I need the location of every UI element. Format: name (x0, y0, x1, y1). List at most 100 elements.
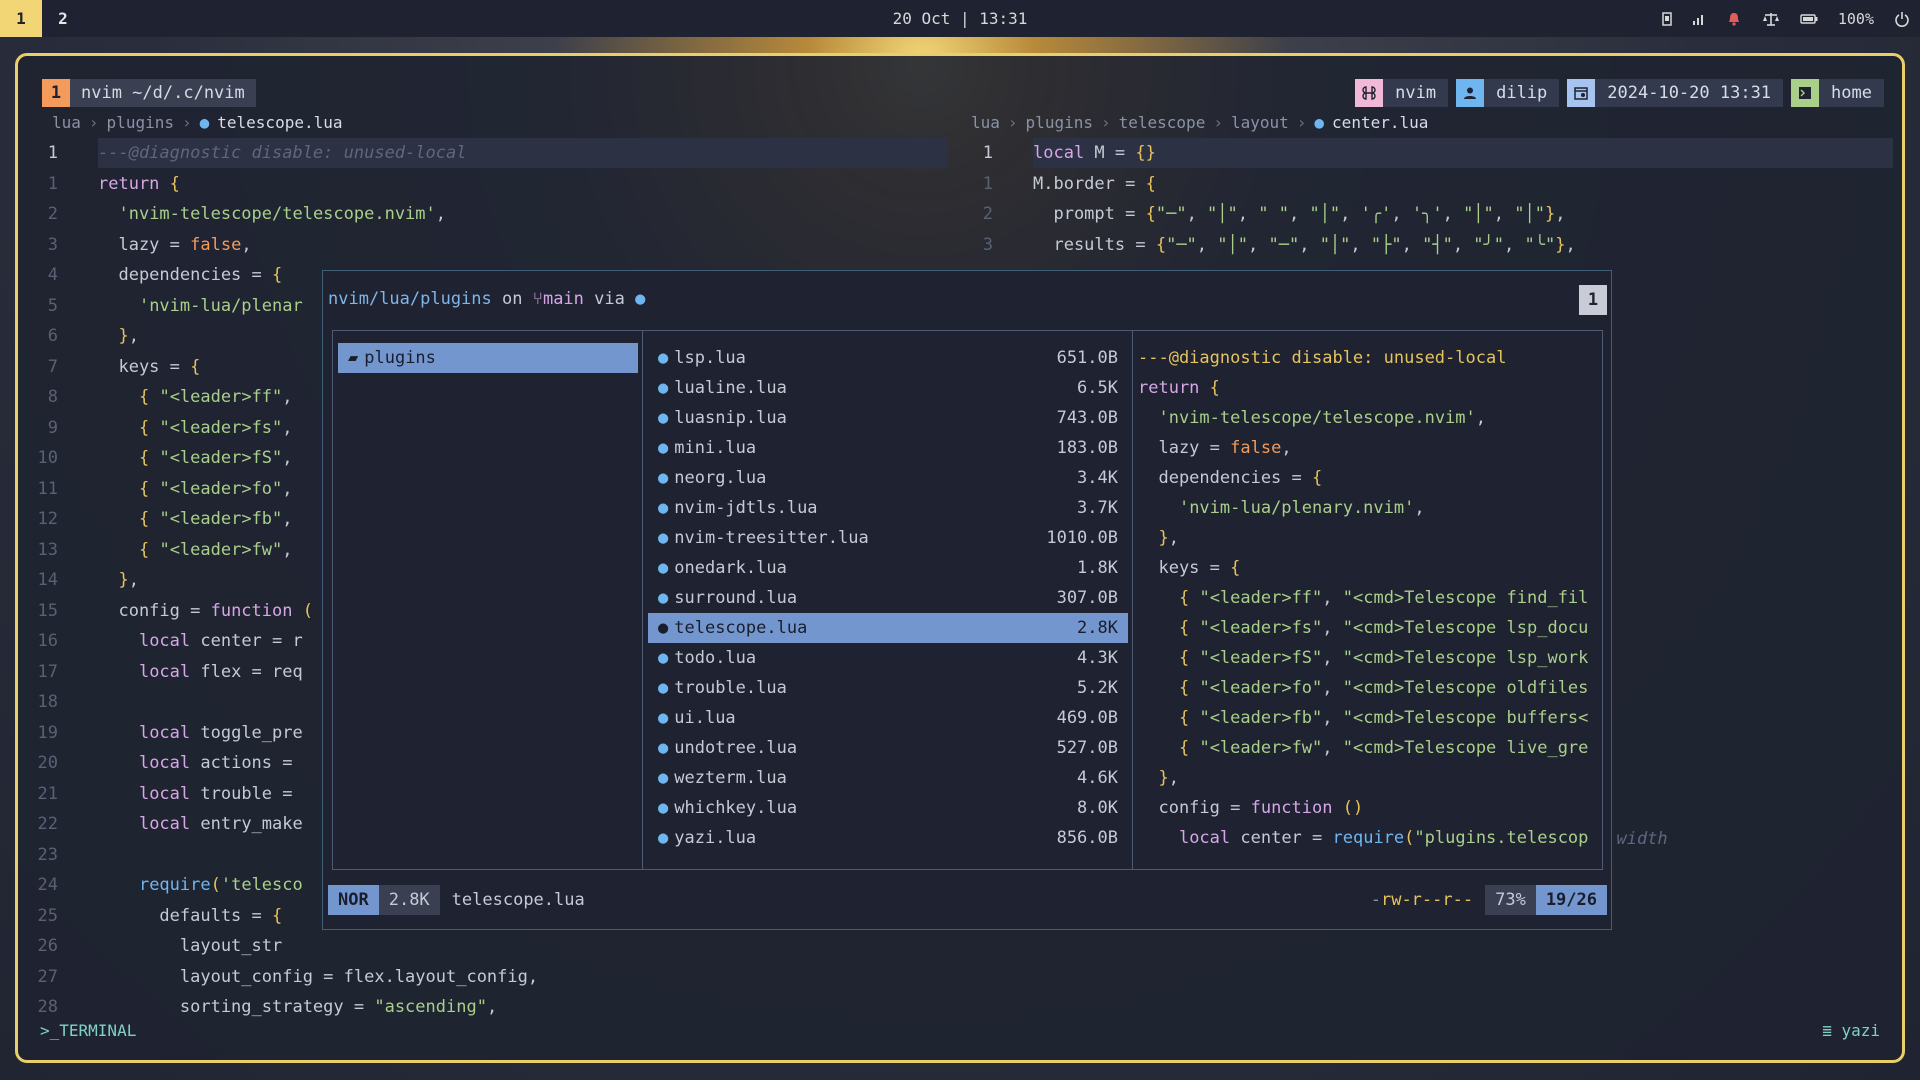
code-line[interactable]: }, (98, 565, 139, 595)
breadcrumb-segment[interactable]: plugins (1026, 113, 1093, 132)
line-number: 4 (47, 265, 58, 285)
breadcrumb-segment[interactable]: lua (52, 113, 81, 132)
file-item[interactable]: ● onedark.lua 1.8K (648, 553, 1128, 583)
code-line[interactable]: ---@diagnostic disable: unused-local (98, 138, 466, 168)
breadcrumb-segment[interactable]: telescope (1119, 113, 1206, 132)
breadcrumb-segment[interactable]: layout (1231, 113, 1289, 132)
file-item[interactable]: ● nvim-treesitter.lua 1010.0B (648, 523, 1128, 553)
code-line[interactable]: sorting_strategy = "ascending", (98, 992, 497, 1022)
tab-title[interactable]: nvim ~/d/.c/nvim (70, 79, 256, 107)
breadcrumb-segment[interactable]: plugins (107, 113, 174, 132)
chevron-right-icon: › (181, 113, 192, 132)
code-line[interactable]: { "<leader>fb", (98, 504, 293, 534)
code-line[interactable]: results = {"─", "│", "─", "│", "├", "┤",… (1033, 230, 1575, 260)
code-line[interactable]: { "<leader>ff", (98, 382, 293, 412)
lua-file-icon: ● (658, 798, 669, 818)
terminal-icon (1791, 79, 1820, 107)
code-line[interactable]: layout_config = flex.layout_config, (98, 962, 538, 992)
yazi-file-manager[interactable]: nvim/lua/plugins on ⑂main via ● 1 ▰ plugi… (322, 270, 1612, 930)
file-name: mini.lua (674, 438, 757, 458)
code-line[interactable]: local toggle_pre (98, 718, 303, 748)
file-item[interactable]: ● neorg.lua 3.4K (648, 463, 1128, 493)
signal-icon[interactable] (1692, 12, 1706, 26)
yazi-label[interactable]: ≣ yazi (1822, 1021, 1880, 1040)
lua-file-icon: ● (658, 768, 669, 788)
file-name: surround.lua (674, 588, 798, 608)
file-item[interactable]: ● trouble.lua 5.2K (648, 673, 1128, 703)
code-line[interactable]: keys = { (98, 352, 200, 382)
notification-bell-icon[interactable] (1726, 11, 1742, 27)
file-name: whichkey.lua (674, 798, 798, 818)
memory-icon[interactable] (1662, 11, 1672, 26)
code-line[interactable]: require('telesco (98, 870, 303, 900)
file-item[interactable]: ● nvim-jdtls.lua 3.7K (648, 493, 1128, 523)
line-number: 15 (37, 600, 58, 621)
parent-item-plugins[interactable]: ▰ plugins (338, 343, 638, 373)
yazi-tab-number[interactable]: 1 (1579, 285, 1607, 315)
code-line[interactable]: 'nvim-telescope/telescope.nvim', (98, 199, 446, 229)
line-number: 18 (37, 692, 58, 712)
tab-number[interactable]: 1 (42, 79, 70, 107)
battery-icon[interactable] (1800, 13, 1818, 25)
code-line[interactable]: config = function ( (98, 596, 313, 626)
code-line[interactable]: local center = r (98, 626, 303, 656)
parent-pane[interactable]: ▰ plugins (333, 331, 643, 869)
line-number: 12 (37, 509, 58, 529)
code-line[interactable]: dependencies = { (98, 260, 282, 290)
file-item[interactable]: ● ui.lua 469.0B (648, 703, 1128, 733)
file-item[interactable]: ● yazi.lua 856.0B (648, 823, 1128, 853)
line-number: 25 (37, 905, 58, 926)
file-item[interactable]: ● surround.lua 307.0B (648, 583, 1128, 613)
code-line[interactable]: local flex = req (98, 657, 303, 687)
perm-prefix: - (1370, 890, 1381, 910)
code-line[interactable]: local actions = (98, 748, 303, 778)
preview-line: dependencies = { (1138, 468, 1323, 488)
file-item[interactable]: ● luasnip.lua 743.0B (648, 403, 1128, 433)
line-number: 7 (47, 356, 58, 377)
code-line[interactable]: 'nvim-lua/plenar (98, 291, 303, 321)
folder-icon: ▰ (348, 348, 359, 368)
status-right: -rw-r--r-- 73% 19/26 (1371, 885, 1607, 915)
line-number: 10 (37, 448, 58, 468)
code-line[interactable]: { "<leader>fw", (98, 535, 293, 565)
line-number: 1 (47, 173, 58, 194)
scale-icon[interactable] (1762, 11, 1780, 27)
file-item[interactable]: ● wezterm.lua 4.6K (648, 763, 1128, 793)
code-line[interactable]: local M = {} (1033, 138, 1156, 168)
cursor-line (1033, 138, 1893, 168)
code-line[interactable]: { "<leader>fo", (98, 474, 293, 504)
lua-file-icon: ● (658, 708, 669, 728)
file-name: luasnip.lua (674, 408, 787, 428)
code-line[interactable]: prompt = {"─", "│", " ", "│", '╭', '╮', … (1033, 199, 1565, 229)
power-icon[interactable] (1894, 11, 1910, 27)
code-line[interactable]: local entry_make (98, 809, 303, 839)
breadcrumb-segment[interactable]: lua (971, 113, 1000, 132)
code-line[interactable]: { "<leader>fS", (98, 443, 293, 473)
left-breadcrumb: lua › plugins › ● telescope.lua (52, 113, 343, 132)
file-item[interactable]: ● whichkey.lua 8.0K (648, 793, 1128, 823)
breadcrumb-current[interactable]: telescope.lua (217, 113, 342, 132)
chip-home-label: home (1819, 79, 1884, 107)
code-line[interactable]: return { (98, 169, 180, 199)
code-line[interactable]: M.border = { (1033, 169, 1156, 199)
file-item[interactable]: ● lsp.lua 651.0B (648, 343, 1128, 373)
command-icon (1355, 79, 1384, 107)
files-pane[interactable]: ● lsp.lua 651.0B ● lualine.lua 6.5K ● luasnip.l… (643, 331, 1133, 869)
code-line[interactable]: lazy = false, (98, 230, 251, 260)
code-line[interactable]: defaults = { (98, 901, 282, 931)
perm-bits: rw-r--r-- (1380, 890, 1474, 910)
code-line[interactable]: local trouble = (98, 779, 303, 809)
chip-datetime: 2024-10-20 13:31 (1567, 79, 1784, 107)
file-item[interactable]: ● lualine.lua 6.5K (648, 373, 1128, 403)
file-item[interactable]: ● telescope.lua 2.8K (648, 613, 1128, 643)
file-item[interactable]: ● undotree.lua 527.0B (648, 733, 1128, 763)
breadcrumb-current[interactable]: center.lua (1332, 113, 1428, 132)
code-line[interactable]: layout_str (98, 931, 282, 961)
terminal-label[interactable]: >_TERMINAL (40, 1021, 136, 1040)
file-name: wezterm.lua (674, 768, 787, 788)
code-line[interactable]: { "<leader>fs", (98, 413, 293, 443)
preview-line: config = function () (1138, 798, 1364, 818)
code-line[interactable]: }, (98, 321, 139, 351)
file-item[interactable]: ● mini.lua 183.0B (648, 433, 1128, 463)
file-item[interactable]: ● todo.lua 4.3K (648, 643, 1128, 673)
